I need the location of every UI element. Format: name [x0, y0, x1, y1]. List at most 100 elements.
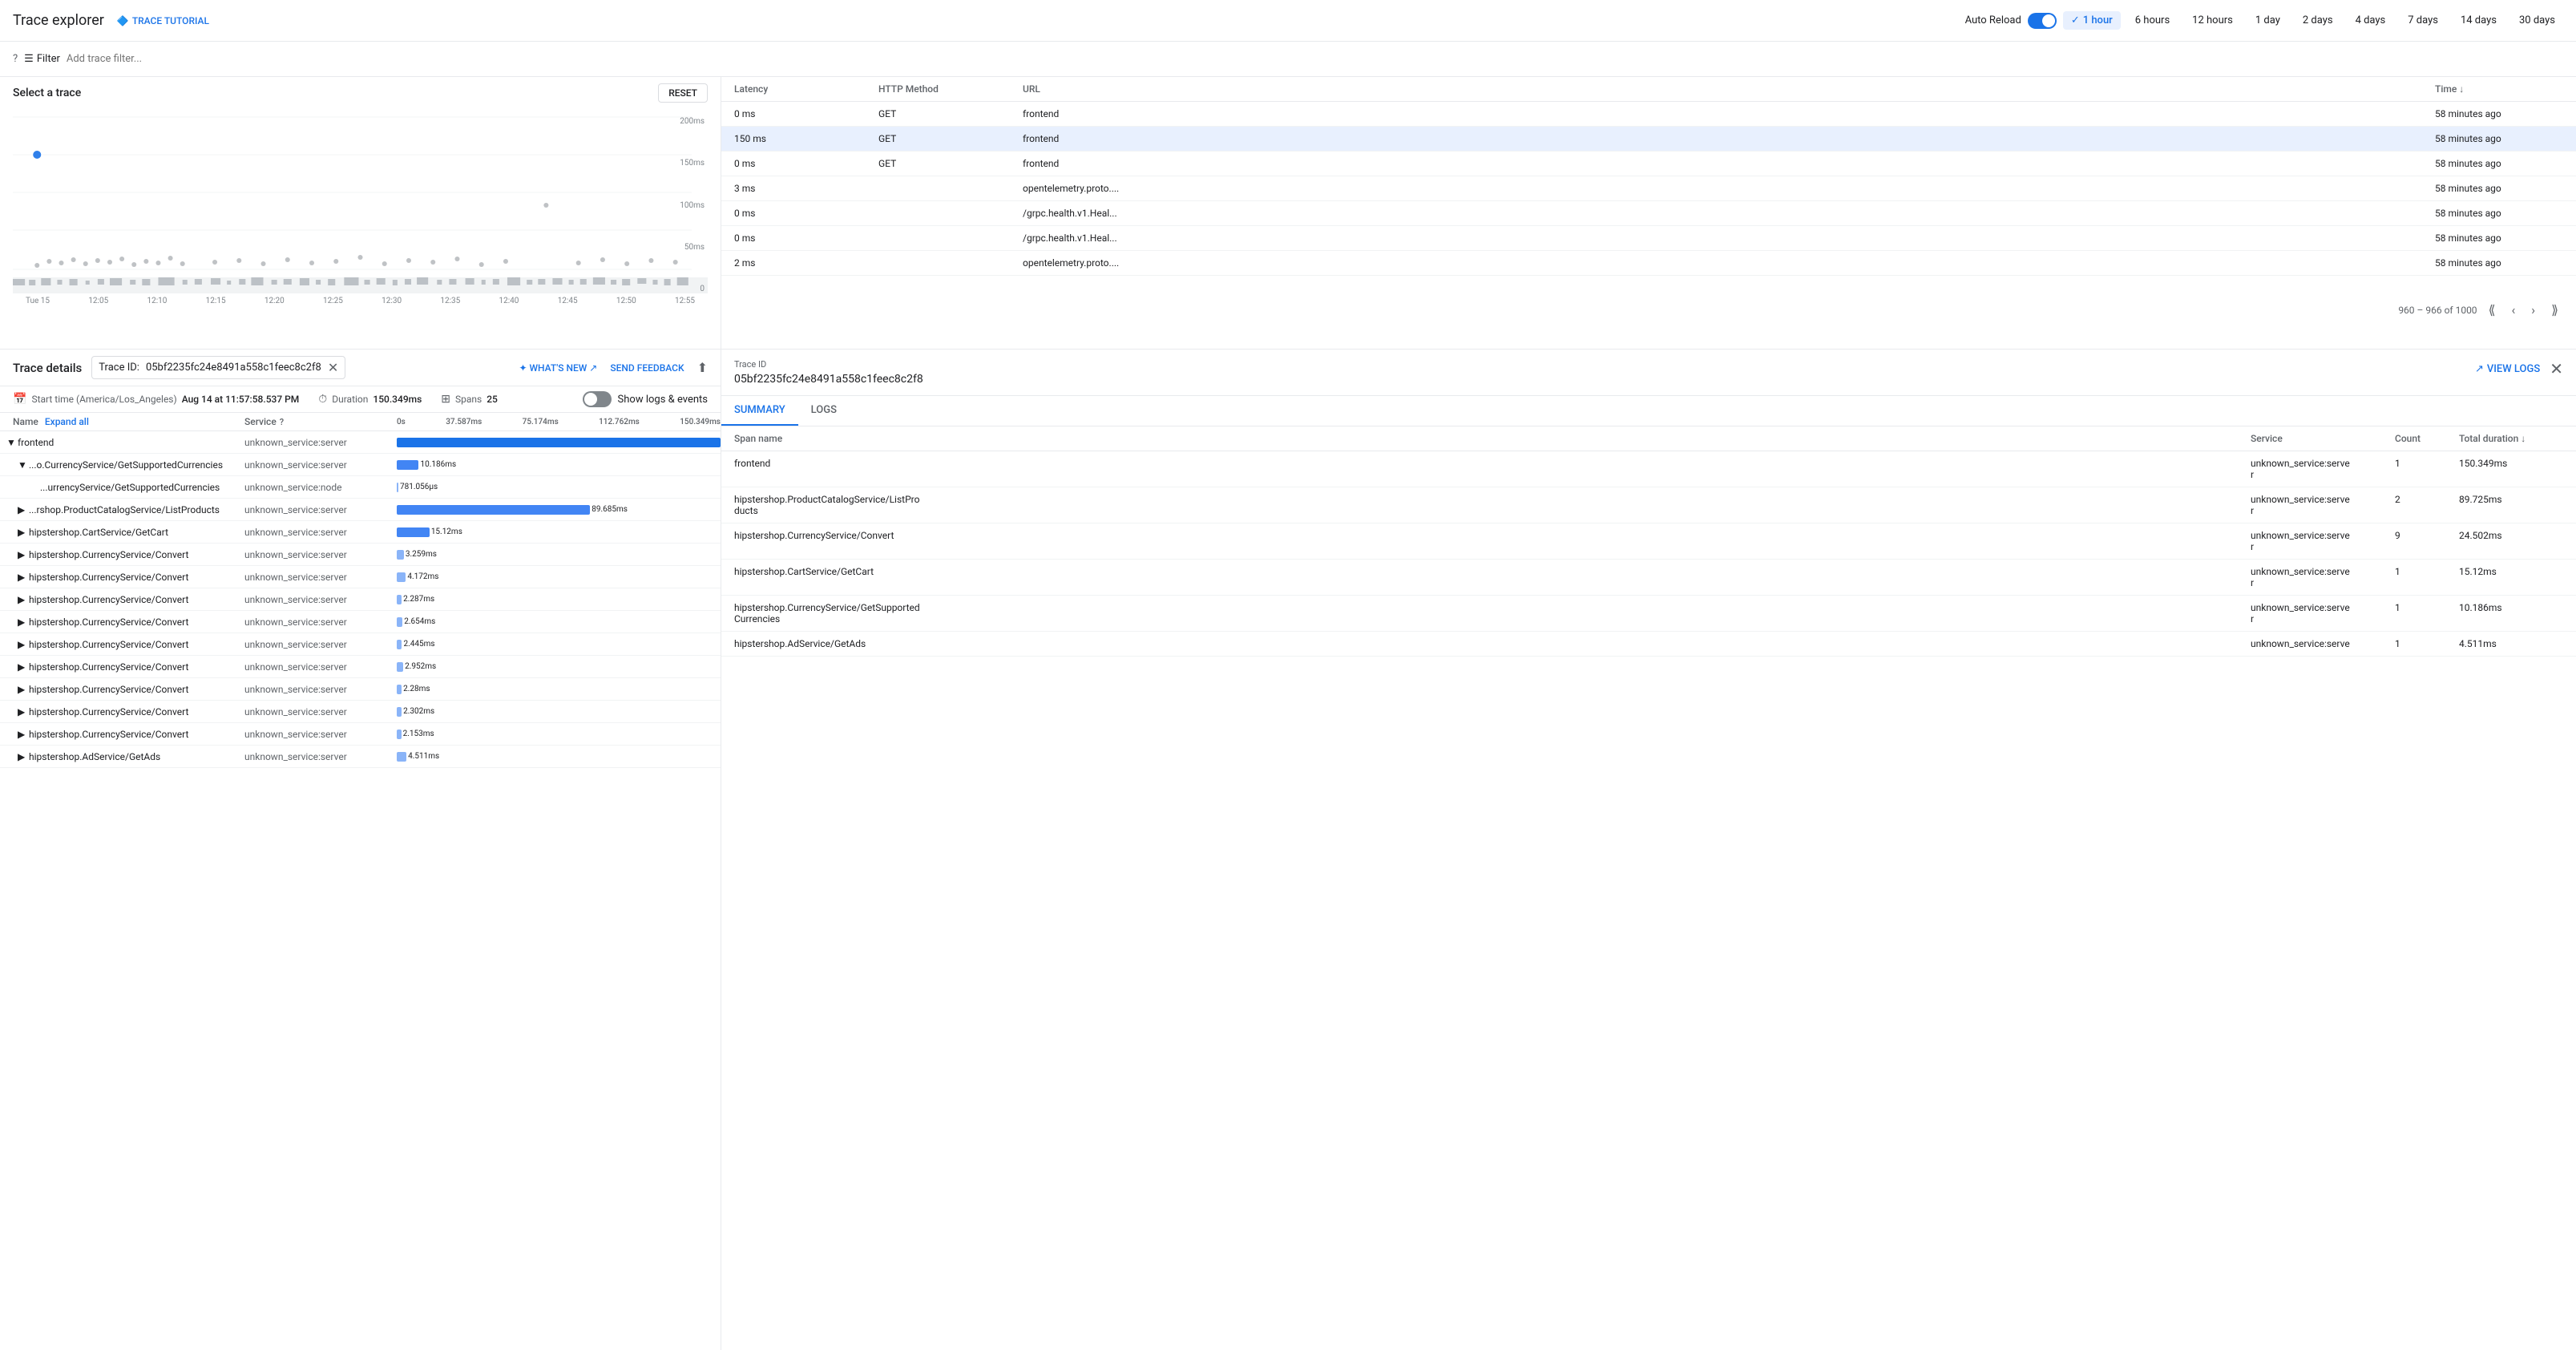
summary-table-row[interactable]: hipstershop.CartService/GetCart unknown_… — [721, 560, 2576, 596]
expand-icon[interactable]: ▶ — [18, 616, 29, 628]
row-method — [878, 232, 1023, 244]
prev-page-button[interactable]: ‹ — [2506, 301, 2520, 319]
span-name-cell: ▶ hipstershop.CurrencyService/Convert — [0, 706, 244, 717]
expand-icon[interactable]: ▼ — [18, 459, 29, 471]
time-btn-30days[interactable]: 30 days — [2511, 11, 2563, 30]
span-row[interactable]: ▶ hipstershop.CurrencyService/Convert un… — [0, 656, 721, 678]
span-row[interactable]: ...urrencyService/GetSupportedCurrencies… — [0, 476, 721, 499]
span-service-cell: unknown_service:server — [244, 706, 397, 717]
span-row[interactable]: ▶ hipstershop.CurrencyService/Convert un… — [0, 611, 721, 633]
span-row[interactable]: ▶ hipstershop.CurrencyService/Convert un… — [0, 678, 721, 701]
expand-icon[interactable]: ▶ — [18, 549, 29, 560]
summary-table-header: Span name Service Count Total duration ↓ — [721, 426, 2576, 451]
summary-table-row[interactable]: hipstershop.AdService/GetAds unknown_ser… — [721, 632, 2576, 657]
show-logs-switch[interactable] — [583, 391, 612, 407]
time-btn-1day[interactable]: 1 day — [2247, 11, 2288, 30]
span-name-text: hipstershop.CartService/GetCart — [29, 527, 168, 538]
summary-duration: 4.511ms — [2459, 638, 2563, 649]
span-row[interactable]: ▶ ...rshop.ProductCatalogService/ListPro… — [0, 499, 721, 521]
expand-icon[interactable]: ▶ — [18, 751, 29, 762]
summary-table-row[interactable]: hipstershop.ProductCatalogService/ListPr… — [721, 487, 2576, 523]
span-timeline-cell: 89.685ms — [397, 499, 721, 520]
span-name-text: hipstershop.CurrencyService/Convert — [29, 549, 188, 560]
row-method: GET — [878, 108, 1023, 119]
summary-table-row[interactable]: frontend unknown_service:serve r 1 150.3… — [721, 451, 2576, 487]
expand-all-button[interactable]: Expand all — [45, 416, 89, 427]
summary-service: unknown_service:serve r — [2251, 458, 2395, 480]
trace-table-row[interactable]: 0 ms /grpc.health.v1.Heal... 58 minutes … — [721, 201, 2576, 226]
view-logs-button[interactable]: ↗ VIEW LOGS — [2475, 363, 2540, 375]
span-row[interactable]: ▶ hipstershop.CurrencyService/Convert un… — [0, 723, 721, 746]
summary-col-name: Span name — [734, 433, 2251, 444]
trace-table-row[interactable]: 3 ms opentelemetry.proto.... 58 minutes … — [721, 176, 2576, 201]
collapse-panel-button[interactable]: ⬆ — [697, 360, 708, 375]
external-link-icon: ↗ — [2475, 363, 2484, 375]
summary-duration: 10.186ms — [2459, 602, 2563, 613]
span-row[interactable]: ▶ hipstershop.CartService/GetCart unknow… — [0, 521, 721, 544]
time-btn-4days[interactable]: 4 days — [2348, 11, 2394, 30]
trace-table-row[interactable]: 0 ms GET frontend 58 minutes ago — [721, 102, 2576, 127]
span-timeline-cell: 2.287ms — [397, 588, 721, 610]
trace-table-row[interactable]: 2 ms opentelemetry.proto.... 58 minutes … — [721, 251, 2576, 276]
span-row[interactable]: ▶ hipstershop.CurrencyService/Convert un… — [0, 566, 721, 588]
span-timeline-col-header: 0s 37.587ms 75.174ms 112.762ms 150.349ms — [397, 418, 721, 426]
whats-new-button[interactable]: ✦ WHAT'S NEW ↗ — [519, 362, 597, 374]
span-name-text: hipstershop.CurrencyService/Convert — [29, 639, 188, 650]
span-name-text: hipstershop.CurrencyService/Convert — [29, 684, 188, 695]
time-btn-14days[interactable]: 14 days — [2453, 11, 2505, 30]
expand-icon[interactable]: ▶ — [18, 594, 29, 605]
tab-summary[interactable]: SUMMARY — [721, 396, 798, 426]
time-btn-1hour[interactable]: ✓ 1 hour — [2063, 11, 2121, 30]
span-name-cell: ▼ frontend — [0, 437, 244, 448]
expand-icon[interactable]: ▶ — [18, 527, 29, 538]
time-btn-6hours[interactable]: 6 hours — [2127, 11, 2178, 30]
expand-icon[interactable]: ▶ — [18, 572, 29, 583]
expand-icon[interactable]: ▶ — [18, 504, 29, 515]
expand-icon[interactable]: ▼ — [6, 437, 18, 448]
span-detail-title-block: Trace ID 05bf2235fc24e8491a558c1feec8c2f… — [734, 359, 923, 386]
expand-icon[interactable]: ▶ — [18, 706, 29, 717]
span-row[interactable]: ▼ ...o.CurrencyService/GetSupportedCurre… — [0, 454, 721, 476]
next-page-button[interactable]: › — [2526, 301, 2540, 319]
summary-service: unknown_service:serve r — [2251, 494, 2395, 516]
last-page-button[interactable]: ⟫ — [2546, 301, 2563, 319]
span-service-cell: unknown_service:server — [244, 527, 397, 538]
first-page-button[interactable]: ⟪ — [2484, 301, 2501, 319]
scatter-chart[interactable] — [13, 109, 708, 293]
trace-table-row[interactable]: 0 ms /grpc.health.v1.Heal... 58 minutes … — [721, 226, 2576, 251]
trace-table-row[interactable]: 0 ms GET frontend 58 minutes ago — [721, 152, 2576, 176]
row-latency: 0 ms — [734, 208, 878, 219]
close-detail-panel-button[interactable]: ✕ — [2550, 359, 2563, 378]
auto-reload-toggle[interactable] — [2028, 13, 2057, 29]
expand-icon[interactable]: ▶ — [18, 684, 29, 695]
span-bar — [397, 730, 402, 739]
clear-trace-id-button[interactable]: ✕ — [328, 360, 338, 375]
expand-icon[interactable]: ▶ — [18, 729, 29, 740]
reset-button[interactable]: RESET — [658, 83, 708, 103]
span-row[interactable]: ▶ hipstershop.CurrencyService/Convert un… — [0, 701, 721, 723]
expand-icon[interactable]: ▶ — [18, 661, 29, 673]
span-row[interactable]: ▶ hipstershop.CurrencyService/Convert un… — [0, 588, 721, 611]
trace-tutorial-link[interactable]: 🔷 TRACE TUTORIAL — [117, 15, 209, 26]
span-row[interactable]: ▶ hipstershop.CurrencyService/Convert un… — [0, 544, 721, 566]
filter-input[interactable] — [67, 53, 2563, 65]
show-logs-toggle[interactable]: Show logs & events — [583, 391, 708, 407]
send-feedback-button[interactable]: SEND FEEDBACK — [610, 362, 684, 374]
expand-icon[interactable]: ▶ — [18, 639, 29, 650]
trace-table-row[interactable]: 150 ms GET frontend 58 minutes ago — [721, 127, 2576, 152]
span-row[interactable]: ▼ frontend unknown_service:server 150.34… — [0, 431, 721, 454]
trace-id-value[interactable]: 05bf2235fc24e8491a558c1feec8c2f8 — [146, 362, 321, 374]
chart-container[interactable]: 200ms 150ms 100ms 50ms 0 — [0, 109, 721, 317]
x-label-tue15: Tue 15 — [26, 297, 50, 305]
span-row[interactable]: ▶ hipstershop.AdService/GetAds unknown_s… — [0, 746, 721, 768]
row-time: 58 minutes ago — [2435, 208, 2563, 219]
span-row[interactable]: ▶ hipstershop.CurrencyService/Convert un… — [0, 633, 721, 656]
tab-logs[interactable]: LOGS — [798, 396, 850, 426]
time-btn-7days[interactable]: 7 days — [2400, 11, 2446, 30]
time-btn-12hours[interactable]: 12 hours — [2184, 11, 2241, 30]
summary-table-row[interactable]: hipstershop.CurrencyService/GetSupported… — [721, 596, 2576, 632]
summary-table-row[interactable]: hipstershop.CurrencyService/Convert unkn… — [721, 523, 2576, 560]
time-btn-2days[interactable]: 2 days — [2295, 11, 2341, 30]
span-name-cell: ▶ hipstershop.CurrencyService/Convert — [0, 572, 244, 583]
span-name-cell: ▶ hipstershop.CurrencyService/Convert — [0, 616, 244, 628]
